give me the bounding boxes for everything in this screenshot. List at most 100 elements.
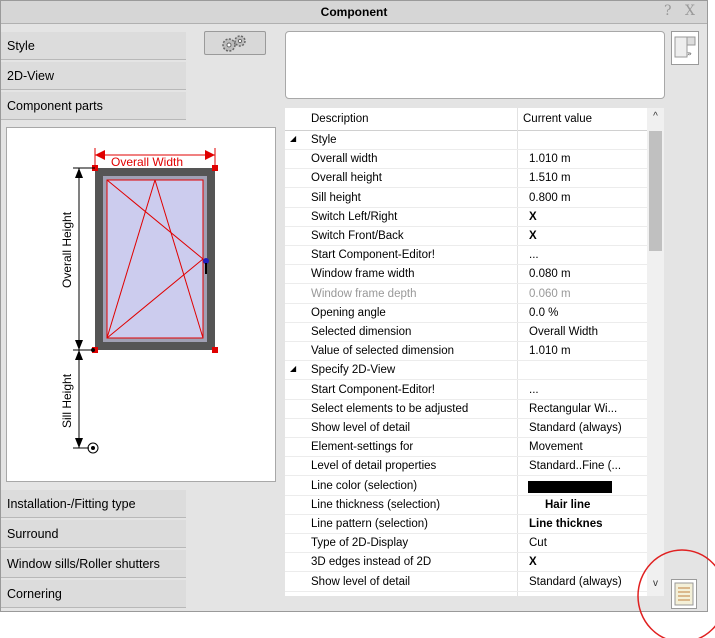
property-value[interactable]: 1.510 m [529,172,571,184]
expand-panel-icon: » [674,36,696,58]
property-name: Opening angle [311,306,386,319]
property-name: Type of 2D-Display [311,537,409,550]
tab-cornering[interactable]: Cornering [1,580,186,608]
property-name: Level of detail properties [311,460,437,473]
description-textarea[interactable] [285,31,665,99]
property-row[interactable]: Switch Left/Right X [285,208,647,227]
tab-installation-fitting-type[interactable]: Installation-/Fitting type [1,490,186,518]
tab-style[interactable]: Style [1,32,186,60]
property-row[interactable]: Level of detail properties Standard..Fine… [285,457,647,477]
property-value[interactable]: ... [529,249,539,261]
property-row[interactable]: Overall width 1.010 m [285,150,647,170]
property-row[interactable]: Line pattern (selection) Line thicknes [285,515,647,534]
property-row[interactable]: Opening angle 0.0 % [285,304,647,323]
property-row[interactable]: Show level of detail Standard (always) [285,419,647,438]
help-button[interactable]: ? [664,3,672,19]
line-color-swatch[interactable] [528,480,612,493]
overall-width-label: Overall Width [111,155,183,169]
property-grid[interactable]: Description Current value ◢ Style Overall … [285,108,647,596]
sill-height-label: Sill Height [60,373,74,428]
title-bar: Component ? X [1,1,707,24]
property-name: Overall width [311,153,378,166]
column-current-value[interactable]: Current value [523,113,592,125]
category-row[interactable]: ◢ Specify 2D-View [285,361,647,381]
property-row[interactable]: Overall height 1.510 m [285,169,647,189]
property-row[interactable]: Value of selected dimension 1.010 m [285,342,647,362]
property-value[interactable]: 0.800 m [529,192,571,204]
property-value[interactable]: Rectangular Wi... [529,403,617,415]
collapse-triangle-icon[interactable]: ◢ [290,364,296,373]
expand-panel-button[interactable]: » [671,31,699,65]
property-row[interactable]: Selected dimension Overall Width [285,323,647,342]
svg-text:»: » [687,49,692,58]
collapse-triangle-icon[interactable]: ◢ [290,134,296,143]
property-value[interactable]: X [529,556,537,568]
grid-header: Description Current value [285,108,647,131]
scroll-up-arrow[interactable]: ^ [647,111,664,122]
property-name: Specify 2D-View [311,364,396,377]
property-name: Switch Front/Back [311,230,404,242]
property-name: Window frame depth [311,287,417,300]
vertical-scrollbar[interactable]: ^ v [647,108,664,596]
property-row[interactable]: Type of 2D-Display Cut [285,534,647,554]
component-preview: Overall Width Overall Height Sill Height [6,127,276,482]
property-value[interactable]: ... [529,384,539,396]
property-row[interactable]: 3D edges instead of 2D X [285,553,647,573]
property-row[interactable]: Select elements to be adjusted Rectangula… [285,400,647,419]
property-value[interactable]: X [529,230,537,242]
property-row[interactable]: Sill height 0.800 m [285,189,647,208]
property-value[interactable]: Movement [529,441,583,453]
tab-component-parts[interactable]: Component parts [1,92,186,120]
property-name: Sill height [311,191,361,204]
overall-height-label: Overall Height [60,211,74,288]
property-value[interactable]: Line thicknes [529,518,603,530]
property-name: Switch Left/Right [311,210,398,223]
property-name: Show level of detail [311,575,411,588]
property-value[interactable]: 0.080 m [529,268,571,280]
property-value[interactable]: Standard..Fine (... [529,460,621,472]
scroll-thumb[interactable] [649,131,662,251]
property-row[interactable]: Line thickness (selection) Hair line [285,496,647,515]
property-name: Select elements to be adjusted [311,402,469,415]
property-name: Show level of detail [311,422,411,434]
window-drawing: Overall Width Overall Height Sill Height [60,148,218,454]
property-row[interactable]: Start Component-Editor!... [285,246,647,266]
property-name: Overall height [311,172,382,185]
property-row[interactable]: Window frame depth 0.060 m [285,285,647,304]
property-name: 3D edges instead of 2D [311,556,432,569]
property-value[interactable]: Overall Width [529,326,598,338]
property-row[interactable]: Line color (selection) [285,477,647,496]
tab-window-sills[interactable]: Window sills/Roller shutters [1,550,186,578]
property-value[interactable]: Standard (always) [529,576,622,588]
property-name: Line thickness (selection) [311,498,441,511]
close-button[interactable]: X [685,3,695,19]
highlight-circle [637,549,715,638]
property-value[interactable]: X [529,211,537,223]
category-row[interactable]: ◢ Style [285,131,647,150]
settings-button[interactable] [204,31,266,55]
property-row[interactable]: Element-settings for Movement [285,438,647,458]
property-value[interactable]: 1.010 m [529,153,571,165]
property-value[interactable]: Standard (always) [529,422,622,434]
property-value[interactable]: 0.0 % [529,307,558,319]
tab-2d-view[interactable]: 2D-View [1,62,186,90]
property-name: Line pattern (selection) [311,518,428,530]
property-row[interactable]: Window frame width 0.080 m [285,265,647,285]
property-value[interactable]: Hair line [545,499,590,511]
gear-icon [222,35,246,52]
column-description[interactable]: Description [311,113,369,125]
property-name: Start Component-Editor! [311,249,436,262]
property-name: Start Component-Editor! [311,383,436,396]
property-name: Element-settings for [311,441,414,454]
component-dialog: Component ? X Style 2D-View Component pa… [0,0,708,612]
property-value[interactable]: Cut [529,537,547,549]
property-row[interactable]: Start Component-Editor!... [285,381,647,400]
property-value[interactable]: 1.010 m [529,345,571,357]
property-name: Style [311,134,337,146]
property-row[interactable]: Show level of detail Standard (always) [285,573,647,592]
window-title: Component [320,5,388,19]
property-row[interactable]: Switch Front/Back X [285,227,647,246]
tab-surround[interactable]: Surround [1,520,186,548]
property-name: Line color (selection) [311,479,418,492]
property-value[interactable]: 0.060 m [529,288,571,300]
